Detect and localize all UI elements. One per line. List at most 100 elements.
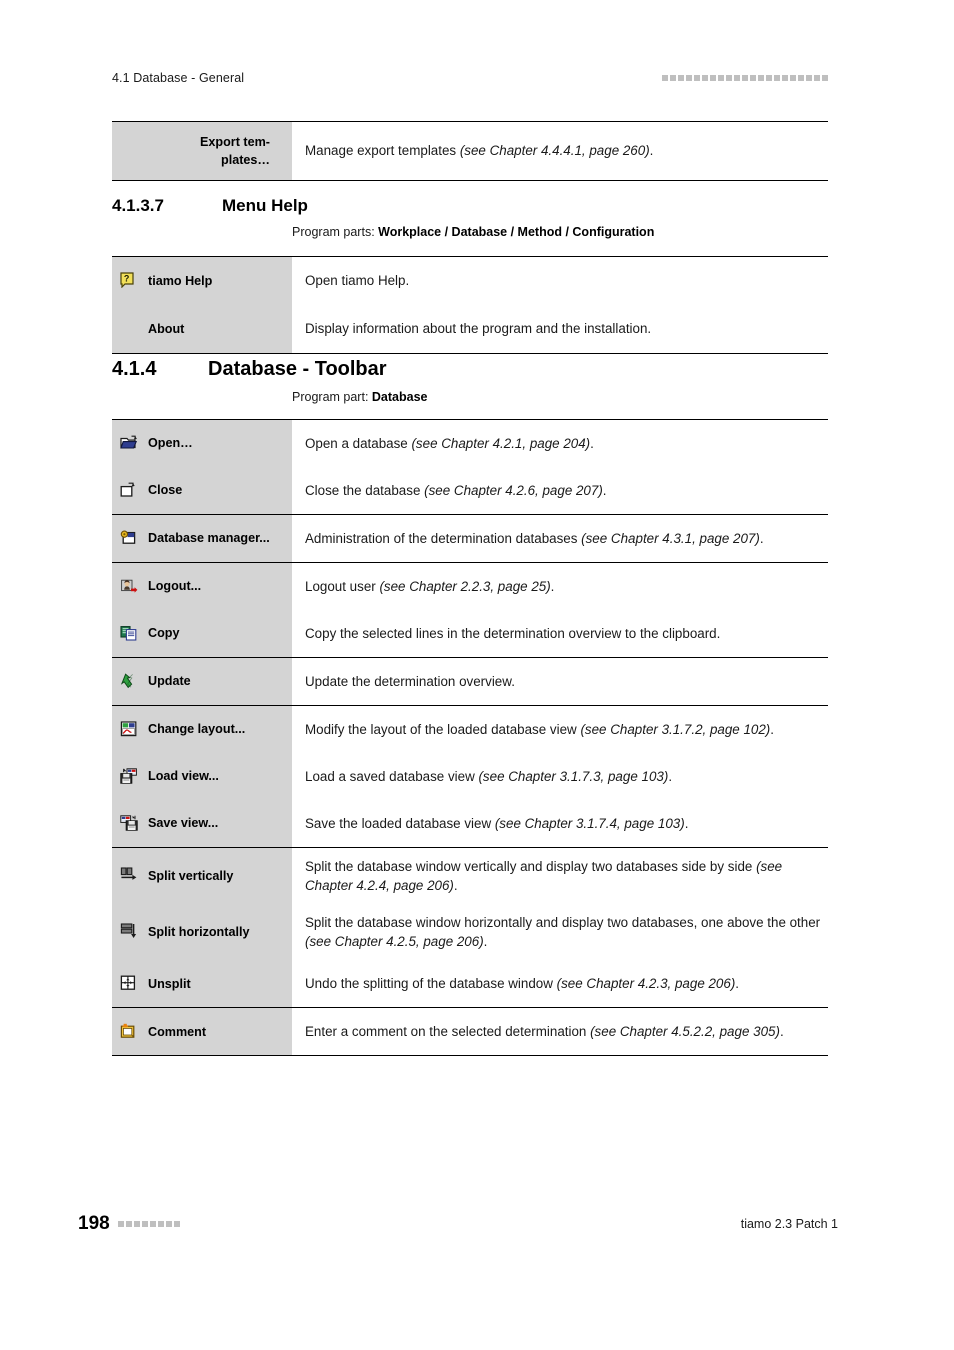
table-group: Open… Open a database (see Chapter 4.2.1,… — [112, 420, 828, 515]
row-desc-cell: Open a database (see Chapter 4.2.1, page… — [292, 420, 828, 467]
split-horizontally-icon — [120, 923, 142, 941]
help-question-icon: ? — [120, 272, 142, 290]
desc-plain: Split the database window vertically and… — [305, 859, 757, 874]
open-folder-icon — [120, 435, 142, 453]
desc-plain: Copy the selected lines in the determina… — [305, 625, 721, 641]
desc-plain: Update the determination overview. — [305, 673, 515, 689]
menu-item-label: Export tem- plates… — [200, 133, 270, 170]
table-group: Comment Enter a comment on the selected d… — [112, 1008, 828, 1056]
database-toolbar-table: Open… Open a database (see Chapter 4.2.1,… — [112, 419, 828, 1057]
row-desc-cell: Manage export templates (see Chapter 4.4… — [292, 122, 828, 180]
desc-plain: Undo the splitting of the database windo… — [305, 976, 557, 992]
desc-plain: Split the database window horizontally a… — [305, 915, 821, 931]
desc-plain: Display information about the program an… — [305, 321, 652, 337]
running-header: 4.1 Database - General — [112, 68, 828, 88]
desc-reference: (see Chapter 3.1.7.4, page 103) — [494, 815, 685, 831]
toolbar-item-label: Split vertically — [148, 868, 234, 883]
table-row: Split horizontally Split the database win… — [112, 904, 828, 961]
table-row: Export tem- plates… Manage export templa… — [112, 122, 828, 180]
desc-plain: Enter a comment on the selected determin… — [305, 1024, 591, 1040]
row-label-cell: Open… — [112, 420, 292, 467]
desc-plain: Open a database — [305, 435, 412, 451]
table-row: Copy Copy the selected lines in the deter… — [112, 610, 828, 657]
desc-plain: Manage export templates — [305, 143, 460, 159]
row-description: Copy the selected lines in the determina… — [305, 624, 720, 643]
heading-title: Menu Help — [222, 196, 308, 215]
toolbar-item-label: Comment — [148, 1024, 207, 1039]
row-description: Undo the splitting of the database windo… — [305, 974, 739, 993]
row-label-cell: Update — [112, 658, 292, 705]
toolbar-item-label: Unsplit — [148, 976, 191, 991]
logout-user-icon — [120, 578, 142, 596]
table-group: Update Update the determination overview. — [112, 658, 828, 706]
desc-tail: . — [649, 143, 654, 159]
toolbar-item-label: Open… — [148, 436, 193, 451]
row-description: Close the database (see Chapter 4.2.6, p… — [305, 481, 607, 500]
heading-database-toolbar: 4.1.4 Database - Toolbar — [112, 358, 387, 381]
table-group: ? tiamo Help Open tiamo Help. About Display … — [112, 257, 828, 353]
row-label-cell: Load view... — [112, 753, 292, 800]
row-desc-cell: Load a saved database view (see Chapter … — [292, 753, 828, 800]
label-line-2: plates… — [221, 153, 270, 167]
table-row: Database manager... Administration of the… — [112, 515, 828, 562]
save-view-icon — [120, 814, 142, 833]
table-row: Update Update the determination overview. — [112, 658, 828, 705]
table-row: Split vertically Split the database windo… — [112, 848, 828, 905]
close-document-icon — [120, 482, 142, 500]
row-desc-cell: Copy the selected lines in the determina… — [292, 610, 828, 657]
row-description: Split the database window horizontally a… — [305, 913, 822, 951]
desc-tail: . — [483, 934, 488, 950]
row-description: Enter a comment on the selected determin… — [305, 1022, 784, 1041]
program-part-value: Database — [371, 390, 428, 404]
table-row: Load view... Load a saved database view (… — [112, 753, 828, 800]
table-row: Close Close the database (see Chapter 4.2… — [112, 467, 828, 514]
row-description: Save the loaded database view (see Chapt… — [305, 814, 688, 833]
row-description: Administration of the determination data… — [305, 529, 764, 548]
export-templates-table: Export tem- plates… Manage export templa… — [112, 121, 828, 181]
table-group: Logout... Logout user (see Chapter 2.2.3,… — [112, 563, 828, 658]
load-view-icon — [120, 767, 142, 786]
desc-reference: (see Chapter 4.3.1, page 207) — [581, 530, 760, 546]
row-desc-cell: Update the determination overview. — [292, 658, 828, 705]
row-label-cell: About — [112, 305, 292, 353]
table-group: Change layout... Modify the layout of the… — [112, 706, 828, 848]
row-description: Modify the layout of the loaded database… — [305, 720, 774, 739]
table-group: Export tem- plates… Manage export templa… — [112, 122, 828, 180]
row-label-cell: Save view... — [112, 800, 292, 847]
desc-tail: . — [550, 578, 555, 594]
desc-reference: (see Chapter 4.2.3, page 206) — [556, 976, 736, 992]
desc-tail: . — [590, 435, 594, 451]
table-row: Logout... Logout user (see Chapter 2.2.3,… — [112, 563, 828, 610]
header-decor-squares — [662, 75, 828, 81]
copy-icon — [120, 625, 142, 643]
document-page: 4.1 Database - General Export tem- plate… — [0, 0, 954, 1350]
product-version: tiamo 2.3 Patch 1 — [740, 1217, 838, 1231]
toolbar-item-label: Database manager... — [148, 531, 270, 546]
table-row: Save view... Save the loaded database vie… — [112, 800, 828, 847]
desc-tail: . — [735, 976, 740, 992]
desc-tail: . — [759, 530, 764, 546]
toolbar-item-label: tiamo Help — [148, 273, 213, 288]
heading-number: 4.1.4 — [112, 358, 157, 380]
row-label-cell: ? tiamo Help — [112, 257, 292, 305]
label-line-1: Export tem- — [200, 134, 270, 149]
row-label-cell: Copy — [112, 610, 292, 657]
desc-tail: . — [668, 768, 673, 784]
desc-reference: (see Chapter 4.2.6, page 207) — [424, 482, 603, 498]
table-row: Comment Enter a comment on the selected d… — [112, 1008, 828, 1056]
row-description: Display information about the program an… — [305, 319, 651, 338]
toolbar-item-label: Split horizontally — [148, 924, 250, 939]
row-description: Open tiamo Help. — [305, 271, 409, 290]
desc-plain: Close the database — [305, 482, 425, 498]
running-header-section: 4.1 Database - General — [112, 71, 245, 85]
desc-tail: . — [453, 878, 458, 894]
table-row: Open… Open a database (see Chapter 4.2.1,… — [112, 420, 828, 467]
row-desc-cell: Logout user (see Chapter 2.2.3, page 25)… — [292, 563, 828, 610]
footer-left: 198 — [78, 1213, 180, 1235]
program-part-prefix: Program part: — [292, 390, 372, 404]
row-desc-cell: Split the database window vertically and… — [292, 848, 828, 905]
row-description: Manage export templates (see Chapter 4.4… — [305, 141, 653, 160]
toolbar-item-label: Close — [148, 483, 183, 498]
toolbar-item-label: About — [148, 321, 185, 336]
desc-reference: (see Chapter 3.1.7.3, page 103) — [478, 768, 669, 784]
